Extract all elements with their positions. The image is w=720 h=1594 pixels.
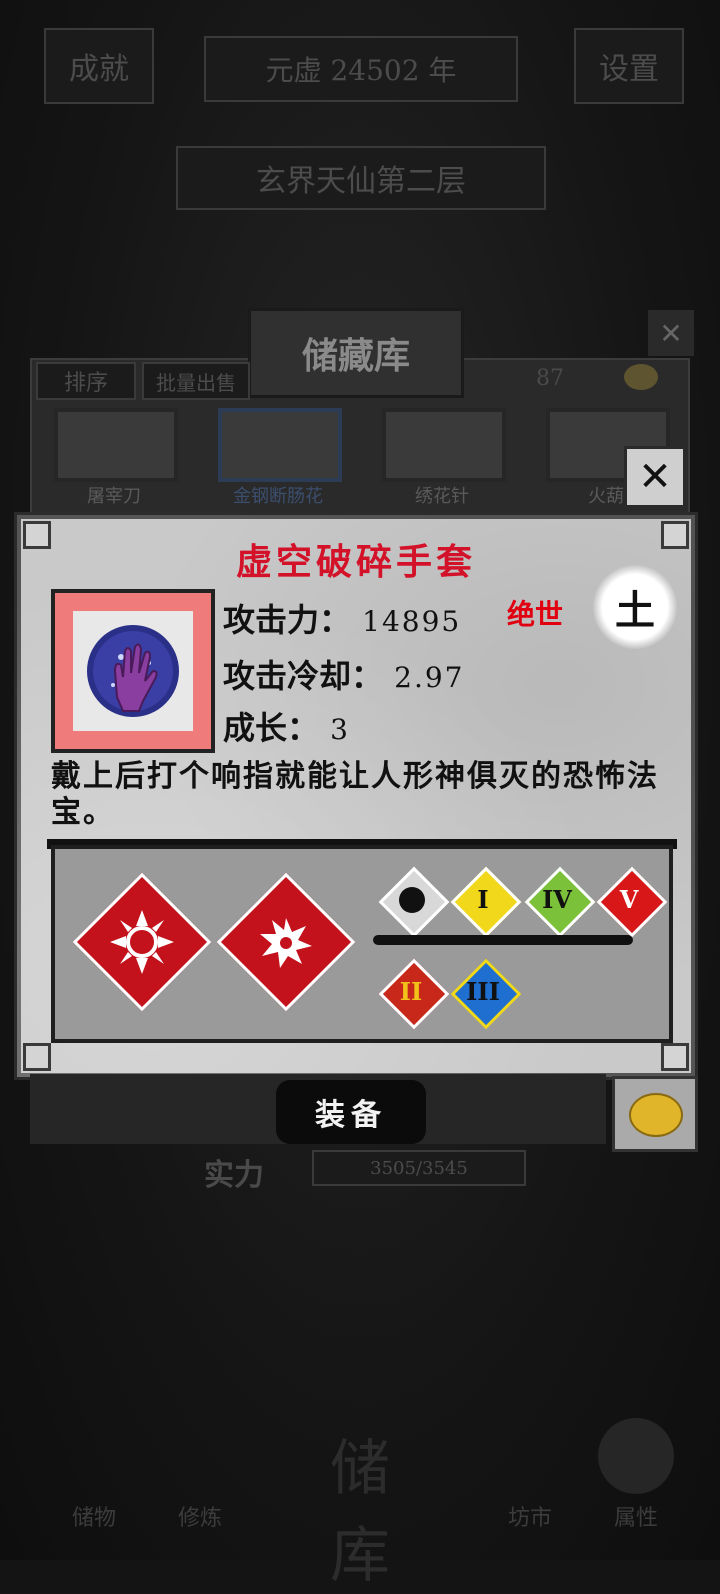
realm-banner: 玄界天仙第二层 bbox=[176, 146, 546, 210]
growth-label: 成长： bbox=[223, 709, 320, 747]
equip-button[interactable]: 装备 bbox=[276, 1080, 426, 1144]
growth-value: 3 bbox=[330, 713, 350, 746]
cooldown-label: 攻击冷却： bbox=[223, 657, 384, 695]
shatter-ring-icon[interactable] bbox=[72, 872, 212, 1012]
rarity-badge: 绝世 bbox=[507, 598, 564, 631]
effect-level: I bbox=[477, 885, 489, 914]
settings-label: 设置 bbox=[599, 52, 659, 87]
nav-cultivate[interactable]: 修炼 bbox=[150, 1500, 250, 1532]
storage-slot[interactable] bbox=[54, 408, 178, 482]
item-description: 戴上后打个响指就能让人形神俱灭的恐怖法宝。 bbox=[51, 759, 659, 830]
storage-item-name: 绣花针 bbox=[415, 486, 469, 507]
nav-storage[interactable]: 储物 bbox=[44, 1500, 144, 1532]
nav-attributes[interactable]: 属性 bbox=[586, 1500, 686, 1532]
power-bar: 3505/3545 bbox=[312, 1150, 526, 1186]
sort-label: 排序 bbox=[63, 371, 108, 396]
corner-ornament bbox=[23, 1043, 51, 1071]
storage-slot[interactable] bbox=[382, 408, 506, 482]
power-value: 3505/3545 bbox=[370, 1157, 468, 1179]
close-icon[interactable]: ✕ bbox=[624, 446, 686, 508]
burst-icon[interactable] bbox=[216, 872, 356, 1012]
achievement-button[interactable]: 成就 bbox=[44, 28, 154, 104]
effect-level: IV bbox=[542, 885, 572, 914]
void-gauntlet-icon bbox=[73, 611, 193, 731]
storage-slot[interactable] bbox=[218, 408, 342, 482]
year-text: 元虚 24502 年 bbox=[265, 54, 457, 87]
attack-label: 攻击力： bbox=[223, 601, 352, 639]
coin-count: 87 bbox=[536, 366, 564, 391]
bomb-shape bbox=[399, 887, 425, 913]
brush-divider bbox=[373, 935, 633, 945]
attack-stat: 攻击力： 14895 bbox=[223, 595, 461, 641]
skill-panel: I IV V II III bbox=[51, 845, 673, 1043]
sell-button[interactable] bbox=[612, 1076, 698, 1152]
power-label: 实力 bbox=[204, 1158, 264, 1193]
coin-icon bbox=[629, 1093, 683, 1137]
element-badge: 土 bbox=[593, 565, 677, 649]
coin-icon bbox=[624, 364, 658, 390]
storage-item-name: 金钢断肠花 bbox=[233, 486, 323, 507]
cooldown-value: 2.97 bbox=[394, 661, 465, 694]
storage-item-name: 屠宰刀 bbox=[87, 486, 141, 507]
batch-sell-button[interactable]: 批量出售 bbox=[142, 362, 250, 400]
settings-button[interactable]: 设置 bbox=[574, 28, 684, 104]
growth-stat: 成长： 3 bbox=[223, 703, 350, 749]
batch-sell-label: 批量出售 bbox=[156, 370, 236, 395]
realm-text: 玄界天仙第二层 bbox=[256, 164, 466, 199]
effect-level: III bbox=[466, 977, 500, 1006]
item-detail-card: 虚空破碎手套 攻击力： 14895 绝世 土 攻击冷却： 2.97 成长： 3 … bbox=[14, 512, 698, 1080]
corner-ornament bbox=[661, 1043, 689, 1071]
effect-level: V bbox=[619, 885, 639, 914]
item-icon-frame bbox=[51, 589, 215, 753]
cooldown-stat: 攻击冷却： 2.97 bbox=[223, 651, 465, 697]
year-banner: 元虚 24502 年 bbox=[204, 36, 518, 102]
nav-vault[interactable]: 储库 bbox=[310, 1420, 410, 1594]
item-name: 虚空破碎手套 bbox=[235, 541, 476, 583]
nav-market[interactable]: 坊市 bbox=[480, 1500, 580, 1532]
attack-value: 14895 bbox=[362, 605, 462, 638]
yin-yang-icon bbox=[598, 1418, 674, 1494]
sort-button[interactable]: 排序 bbox=[36, 362, 136, 400]
storage-title: 储藏库 bbox=[248, 308, 464, 398]
storage-close-icon[interactable]: ✕ bbox=[648, 310, 694, 356]
effect-level: II bbox=[399, 977, 423, 1006]
achievement-label: 成就 bbox=[69, 52, 129, 87]
